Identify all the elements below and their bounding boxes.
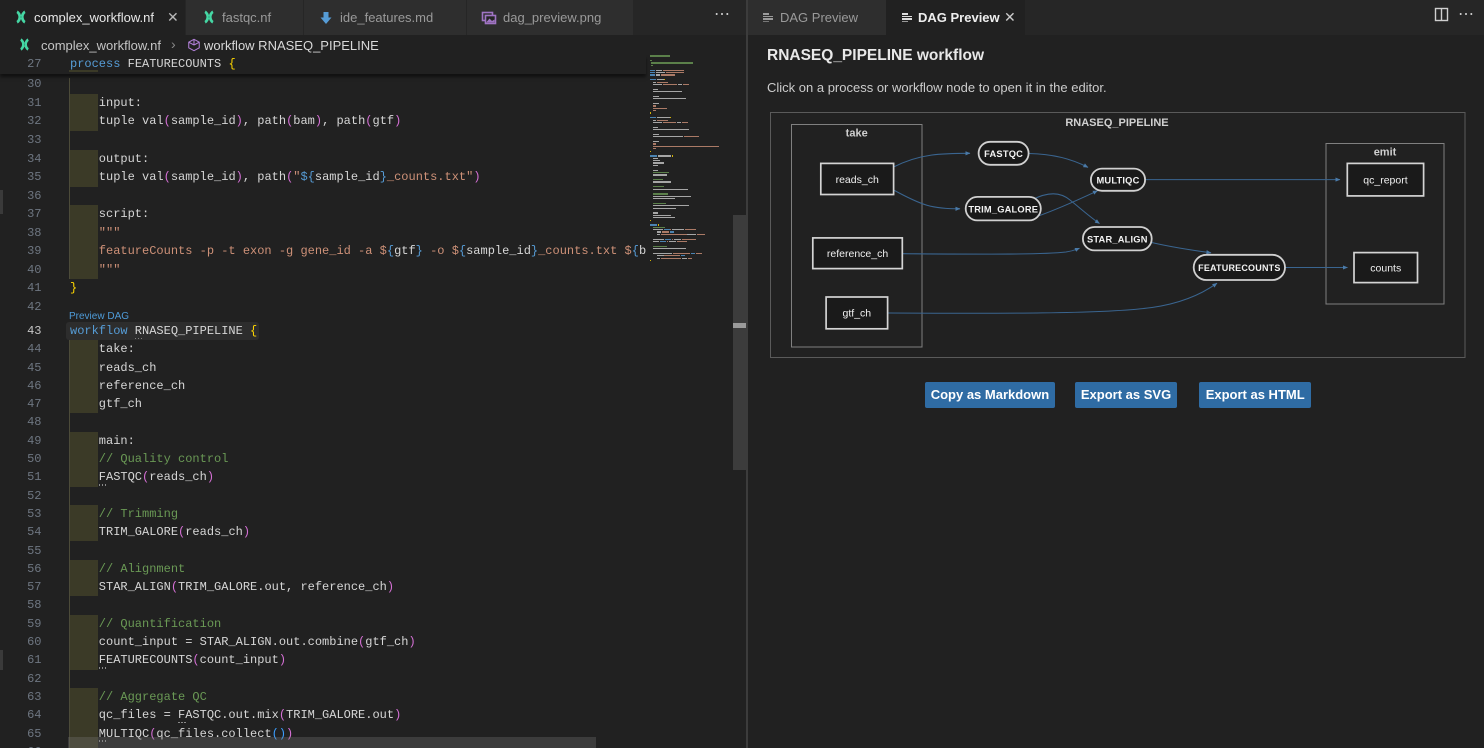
svg-text:emit: emit [1374, 147, 1397, 159]
svg-text:reference_ch: reference_ch [827, 248, 888, 260]
svg-text:counts: counts [1370, 262, 1401, 274]
svg-text:MULTIQC: MULTIQC [1096, 175, 1139, 185]
svg-text:RNASEQ_PIPELINE: RNASEQ_PIPELINE [1065, 117, 1168, 129]
svg-text:STAR_ALIGN: STAR_ALIGN [1087, 234, 1148, 244]
svg-text:qc_report: qc_report [1363, 174, 1407, 186]
svg-text:take: take [846, 128, 868, 140]
svg-text:gtf_ch: gtf_ch [843, 308, 872, 320]
svg-text:FASTQC: FASTQC [984, 149, 1023, 159]
svg-text:TRIM_GALORE: TRIM_GALORE [968, 204, 1038, 214]
svg-text:reads_ch: reads_ch [836, 174, 879, 186]
svg-text:FEATURECOUNTS: FEATURECOUNTS [1198, 263, 1280, 273]
